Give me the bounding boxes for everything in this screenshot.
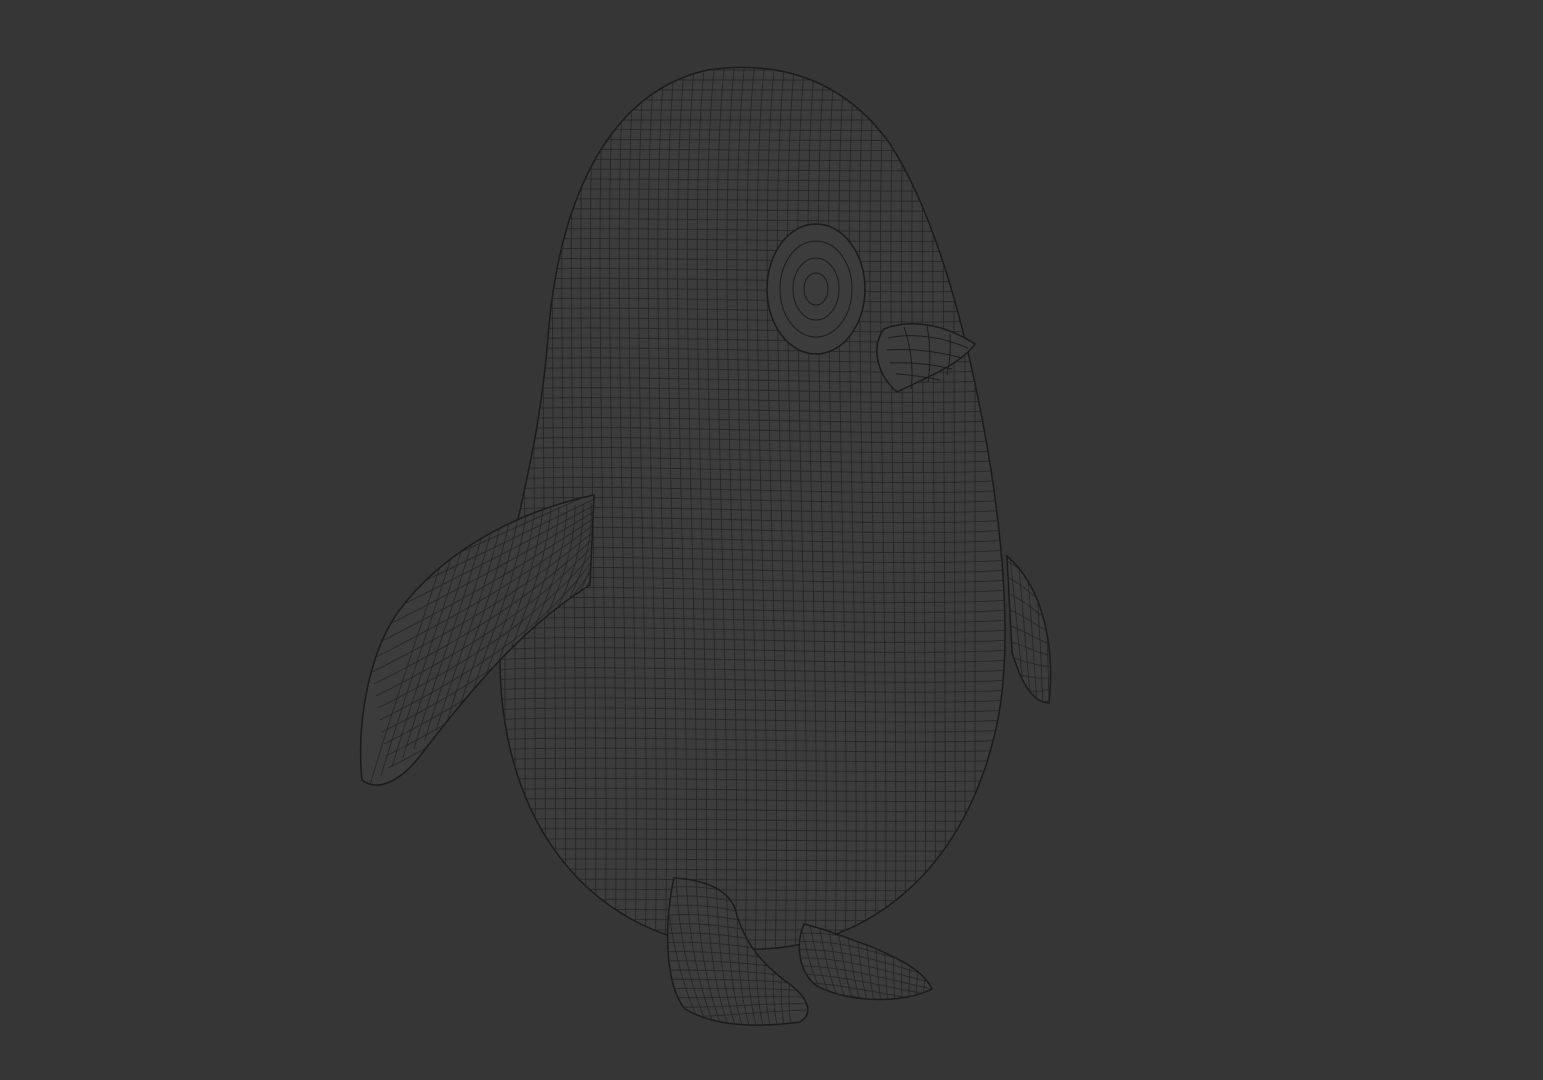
foot-mesh-line <box>799 997 932 1000</box>
right-foot-mesh[interactable] <box>795 920 937 1014</box>
3d-viewport[interactable] <box>0 0 1543 1080</box>
body-mesh-horizontal-line <box>500 908 1005 912</box>
body-mesh-horizontal-line <box>500 99 1005 101</box>
body-mesh-horizontal-line <box>500 929 1005 931</box>
penguin-wireframe-scene <box>359 66 1052 1026</box>
body-mesh-horizontal-line <box>500 109 1005 111</box>
body-mesh-horizontal-line <box>500 138 1005 142</box>
body-mesh-horizontal-line <box>500 119 1005 121</box>
body-mesh-horizontal-line <box>500 939 1005 941</box>
eye-mesh[interactable] <box>766 223 866 355</box>
foot-mesh-line <box>929 924 932 1000</box>
body-mesh-vertical-line <box>514 67 516 950</box>
body-mesh-horizontal-line <box>500 919 1005 921</box>
right-wing-mesh[interactable] <box>1005 554 1052 705</box>
body-mesh-horizontal-line <box>500 129 1005 131</box>
